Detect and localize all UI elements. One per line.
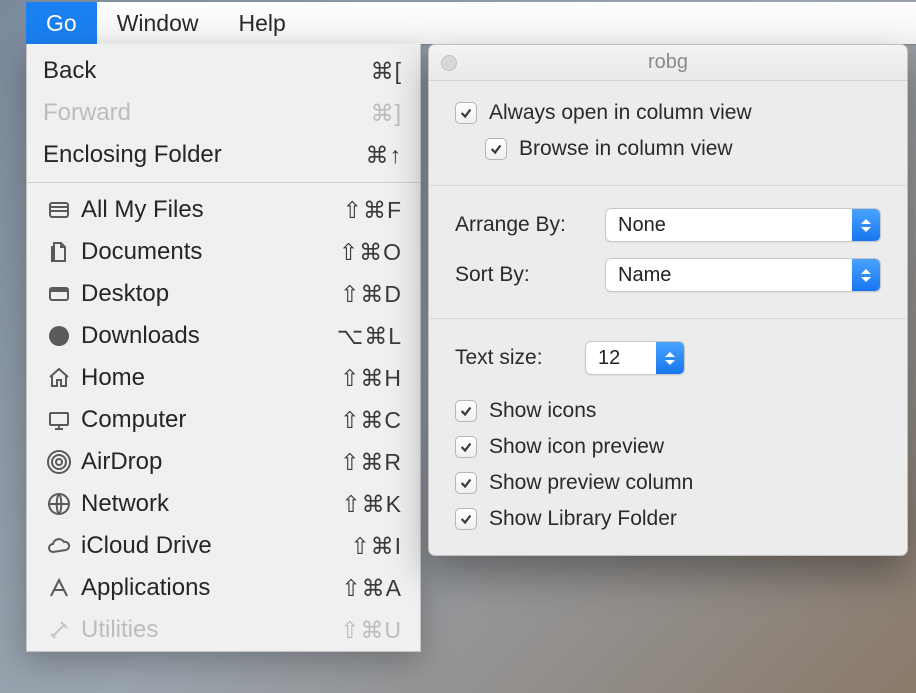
show-icon-preview-row[interactable]: Show icon preview bbox=[455, 429, 881, 465]
show-preview-column-row[interactable]: Show preview column bbox=[455, 465, 881, 501]
menu-item-shortcut: ⇧⌘I bbox=[350, 533, 402, 560]
menu-item-label: Desktop bbox=[77, 280, 340, 308]
menu-item-shortcut: ⇧⌘H bbox=[340, 365, 402, 392]
icloud-icon bbox=[41, 534, 77, 558]
titlebar[interactable]: robg bbox=[429, 45, 907, 81]
utilities-icon bbox=[41, 618, 77, 642]
popup-arrows-icon bbox=[852, 209, 880, 241]
menu-enclosing-label: Enclosing Folder bbox=[41, 141, 366, 169]
menubar: Go Window Help bbox=[26, 2, 916, 44]
airdrop-icon bbox=[41, 450, 77, 474]
menu-window[interactable]: Window bbox=[97, 2, 219, 44]
desktop-icon bbox=[41, 282, 77, 306]
all-my-files-icon bbox=[41, 198, 77, 222]
menu-airdrop[interactable]: AirDrop ⇧⌘R bbox=[27, 441, 420, 483]
browse-column-row[interactable]: Browse in column view bbox=[455, 131, 881, 167]
menu-enclosing-folder[interactable]: Enclosing Folder ⌘↑ bbox=[27, 134, 420, 176]
menu-item-shortcut: ⇧⌘R bbox=[340, 449, 402, 476]
menu-back-label: Back bbox=[41, 57, 371, 85]
menu-item-label: AirDrop bbox=[77, 448, 340, 476]
popup-value: 12 bbox=[598, 347, 620, 370]
show-library-folder-row[interactable]: Show Library Folder bbox=[455, 501, 881, 537]
check-label: Show icons bbox=[489, 399, 596, 423]
check-label: Browse in column view bbox=[519, 137, 733, 161]
text-size-label: Text size: bbox=[455, 346, 585, 370]
show-icons-row[interactable]: Show icons bbox=[455, 393, 881, 429]
always-open-column-row[interactable]: Always open in column view bbox=[455, 95, 881, 131]
documents-icon bbox=[41, 240, 77, 264]
menu-help[interactable]: Help bbox=[219, 2, 306, 44]
menu-back[interactable]: Back ⌘[ bbox=[27, 50, 420, 92]
menu-forward: Forward ⌘] bbox=[27, 92, 420, 134]
menu-back-shortcut: ⌘[ bbox=[371, 58, 402, 85]
view-options-panel: robg Always open in column view Browse i… bbox=[428, 44, 908, 556]
menu-item-shortcut: ⇧⌘K bbox=[341, 491, 402, 518]
menu-all-my-files[interactable]: All My Files ⇧⌘F bbox=[27, 189, 420, 231]
menu-enclosing-shortcut: ⌘↑ bbox=[366, 142, 403, 169]
menu-home[interactable]: Home ⇧⌘H bbox=[27, 357, 420, 399]
menu-item-label: Network bbox=[77, 490, 341, 518]
close-traffic-light[interactable] bbox=[441, 55, 457, 71]
menu-desktop[interactable]: Desktop ⇧⌘D bbox=[27, 273, 420, 315]
check-label: Show preview column bbox=[489, 471, 693, 495]
popup-value: None bbox=[618, 214, 666, 237]
menu-downloads[interactable]: Downloads ⌥⌘L bbox=[27, 315, 420, 357]
checkbox-checked-icon[interactable] bbox=[485, 138, 507, 160]
menu-item-label: Computer bbox=[77, 406, 340, 434]
menu-forward-label: Forward bbox=[41, 99, 371, 127]
menu-item-label: Applications bbox=[77, 574, 341, 602]
popup-value: Name bbox=[618, 264, 671, 287]
sort-by-popup[interactable]: Name bbox=[605, 258, 881, 292]
sort-by-label: Sort By: bbox=[455, 263, 605, 287]
downloads-icon bbox=[41, 324, 77, 348]
applications-icon bbox=[41, 576, 77, 600]
checkbox-checked-icon[interactable] bbox=[455, 472, 477, 494]
menu-item-shortcut: ⌥⌘L bbox=[337, 323, 402, 350]
checkbox-checked-icon[interactable] bbox=[455, 102, 477, 124]
menu-computer[interactable]: Computer ⇧⌘C bbox=[27, 399, 420, 441]
menu-item-shortcut: ⇧⌘A bbox=[341, 575, 402, 602]
menu-item-label: Home bbox=[77, 364, 340, 392]
menu-item-label: Utilities bbox=[77, 616, 340, 644]
menu-forward-shortcut: ⌘] bbox=[371, 100, 402, 127]
menu-item-shortcut: ⇧⌘F bbox=[343, 197, 402, 224]
go-menu-dropdown: Back ⌘[ Forward ⌘] Enclosing Folder ⌘↑ A… bbox=[26, 44, 421, 652]
menu-item-label: Documents bbox=[77, 238, 339, 266]
popup-arrows-icon bbox=[656, 342, 684, 374]
menu-icloud[interactable]: iCloud Drive ⇧⌘I bbox=[27, 525, 420, 567]
menu-applications[interactable]: Applications ⇧⌘A bbox=[27, 567, 420, 609]
menu-documents[interactable]: Documents ⇧⌘O bbox=[27, 231, 420, 273]
computer-icon bbox=[41, 408, 77, 432]
window-title: robg bbox=[429, 51, 907, 74]
menu-item-label: All My Files bbox=[77, 196, 343, 224]
menu-item-shortcut: ⇧⌘U bbox=[340, 617, 402, 644]
section-arrange-sort: Arrange By: None Sort By: Name bbox=[429, 186, 907, 319]
checkbox-checked-icon[interactable] bbox=[455, 436, 477, 458]
arrange-by-label: Arrange By: bbox=[455, 213, 605, 237]
text-size-popup[interactable]: 12 bbox=[585, 341, 685, 375]
menu-item-label: iCloud Drive bbox=[77, 532, 350, 560]
menu-item-shortcut: ⇧⌘O bbox=[339, 239, 402, 266]
checkbox-checked-icon[interactable] bbox=[455, 508, 477, 530]
menu-separator bbox=[27, 182, 420, 183]
check-label: Show Library Folder bbox=[489, 507, 677, 531]
menu-item-shortcut: ⇧⌘C bbox=[340, 407, 402, 434]
popup-arrows-icon bbox=[852, 259, 880, 291]
check-label: Show icon preview bbox=[489, 435, 664, 459]
check-label: Always open in column view bbox=[489, 101, 752, 125]
arrange-by-popup[interactable]: None bbox=[605, 208, 881, 242]
section-text-show: Text size: 12 Show icons Show icon previ… bbox=[429, 319, 907, 555]
menu-go[interactable]: Go bbox=[26, 2, 97, 44]
menu-item-shortcut: ⇧⌘D bbox=[340, 281, 402, 308]
home-icon bbox=[41, 366, 77, 390]
menu-network[interactable]: Network ⇧⌘K bbox=[27, 483, 420, 525]
section-column-view: Always open in column view Browse in col… bbox=[429, 81, 907, 186]
menu-utilities[interactable]: Utilities ⇧⌘U bbox=[27, 609, 420, 651]
menu-item-label: Downloads bbox=[77, 322, 337, 350]
checkbox-checked-icon[interactable] bbox=[455, 400, 477, 422]
network-icon bbox=[41, 492, 77, 516]
